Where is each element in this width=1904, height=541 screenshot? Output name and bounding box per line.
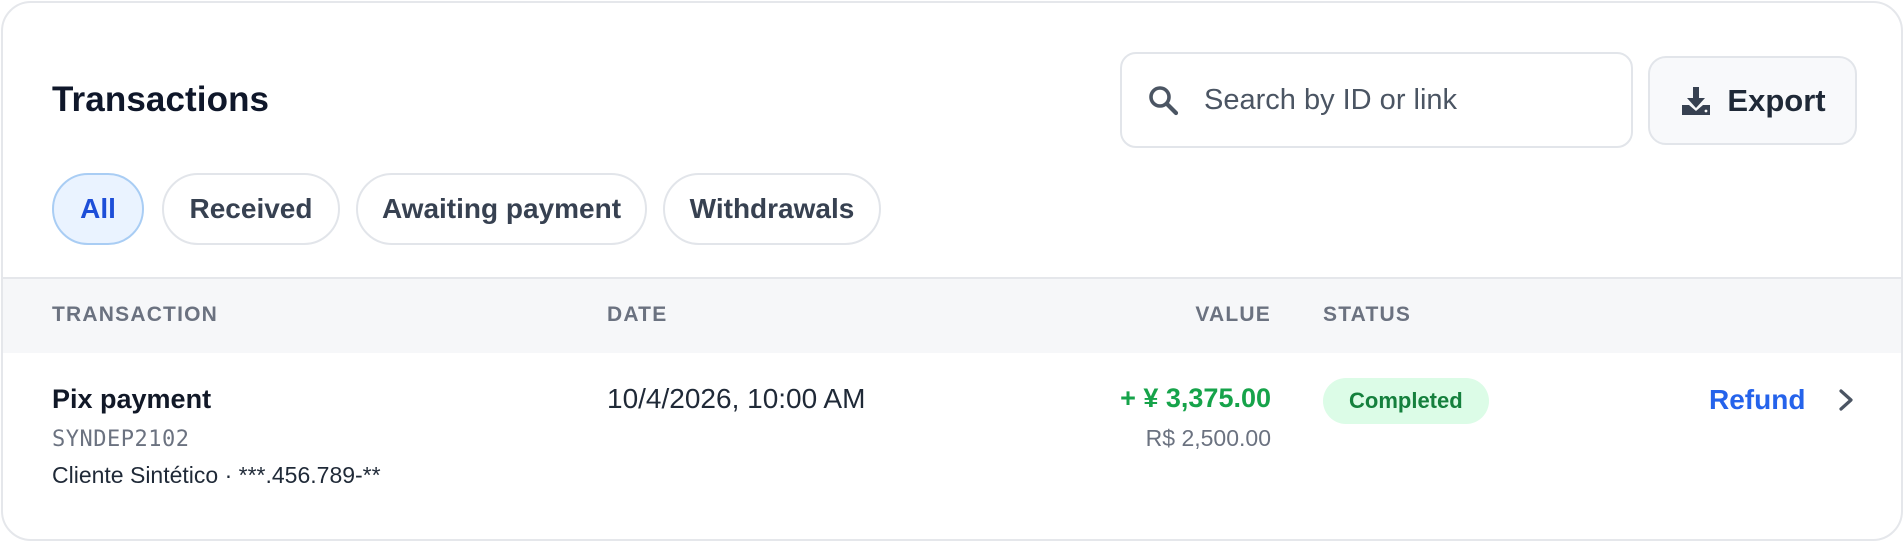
filter-chip-withdrawals[interactable]: Withdrawals [663, 173, 881, 245]
transactions-card: Transactions Export All Received Awaitin… [1, 1, 1903, 541]
search-box[interactable] [1120, 52, 1633, 148]
transaction-value: + ¥ 3,375.00 [1120, 383, 1271, 413]
page-title: Transactions [52, 80, 270, 119]
search-input[interactable] [1204, 83, 1624, 117]
column-header-transaction: TRANSACTION [52, 303, 219, 326]
transaction-client: Cliente Sintético · ***.456.789-** [52, 462, 381, 488]
transaction-value-secondary: R$ 2,500.00 [1145, 425, 1271, 451]
transaction-id: SYNDEP2102 [52, 427, 190, 452]
filter-chip-all[interactable]: All [52, 173, 144, 245]
transaction-date: 10/4/2026, 10:00 AM [607, 383, 866, 414]
status-badge: Completed [1323, 378, 1489, 424]
refund-link[interactable]: Refund [1709, 384, 1805, 416]
table-row[interactable]: Pix payment SYNDEP2102 Cliente Sintético… [3, 353, 1901, 521]
filter-chip-awaiting-payment[interactable]: Awaiting payment [356, 173, 647, 245]
filter-chip-label: Awaiting payment [381, 193, 622, 224]
download-icon [1679, 84, 1713, 118]
filter-chip-label: All [80, 193, 116, 224]
filter-chip-received[interactable]: Received [162, 173, 340, 245]
transaction-name: Pix payment [52, 384, 212, 414]
column-header-value: VALUE [1195, 303, 1271, 326]
column-header-date: DATE [607, 303, 668, 326]
filter-chip-label: Withdrawals [689, 193, 855, 224]
chevron-right-icon[interactable] [1833, 387, 1859, 413]
column-header-status: STATUS [1323, 303, 1412, 326]
export-button-label: Export [1727, 82, 1826, 118]
table-header: TRANSACTION DATE VALUE STATUS [3, 277, 1901, 353]
search-icon [1144, 81, 1182, 119]
export-button[interactable]: Export [1648, 56, 1857, 145]
filter-chip-label: Received [189, 193, 313, 224]
